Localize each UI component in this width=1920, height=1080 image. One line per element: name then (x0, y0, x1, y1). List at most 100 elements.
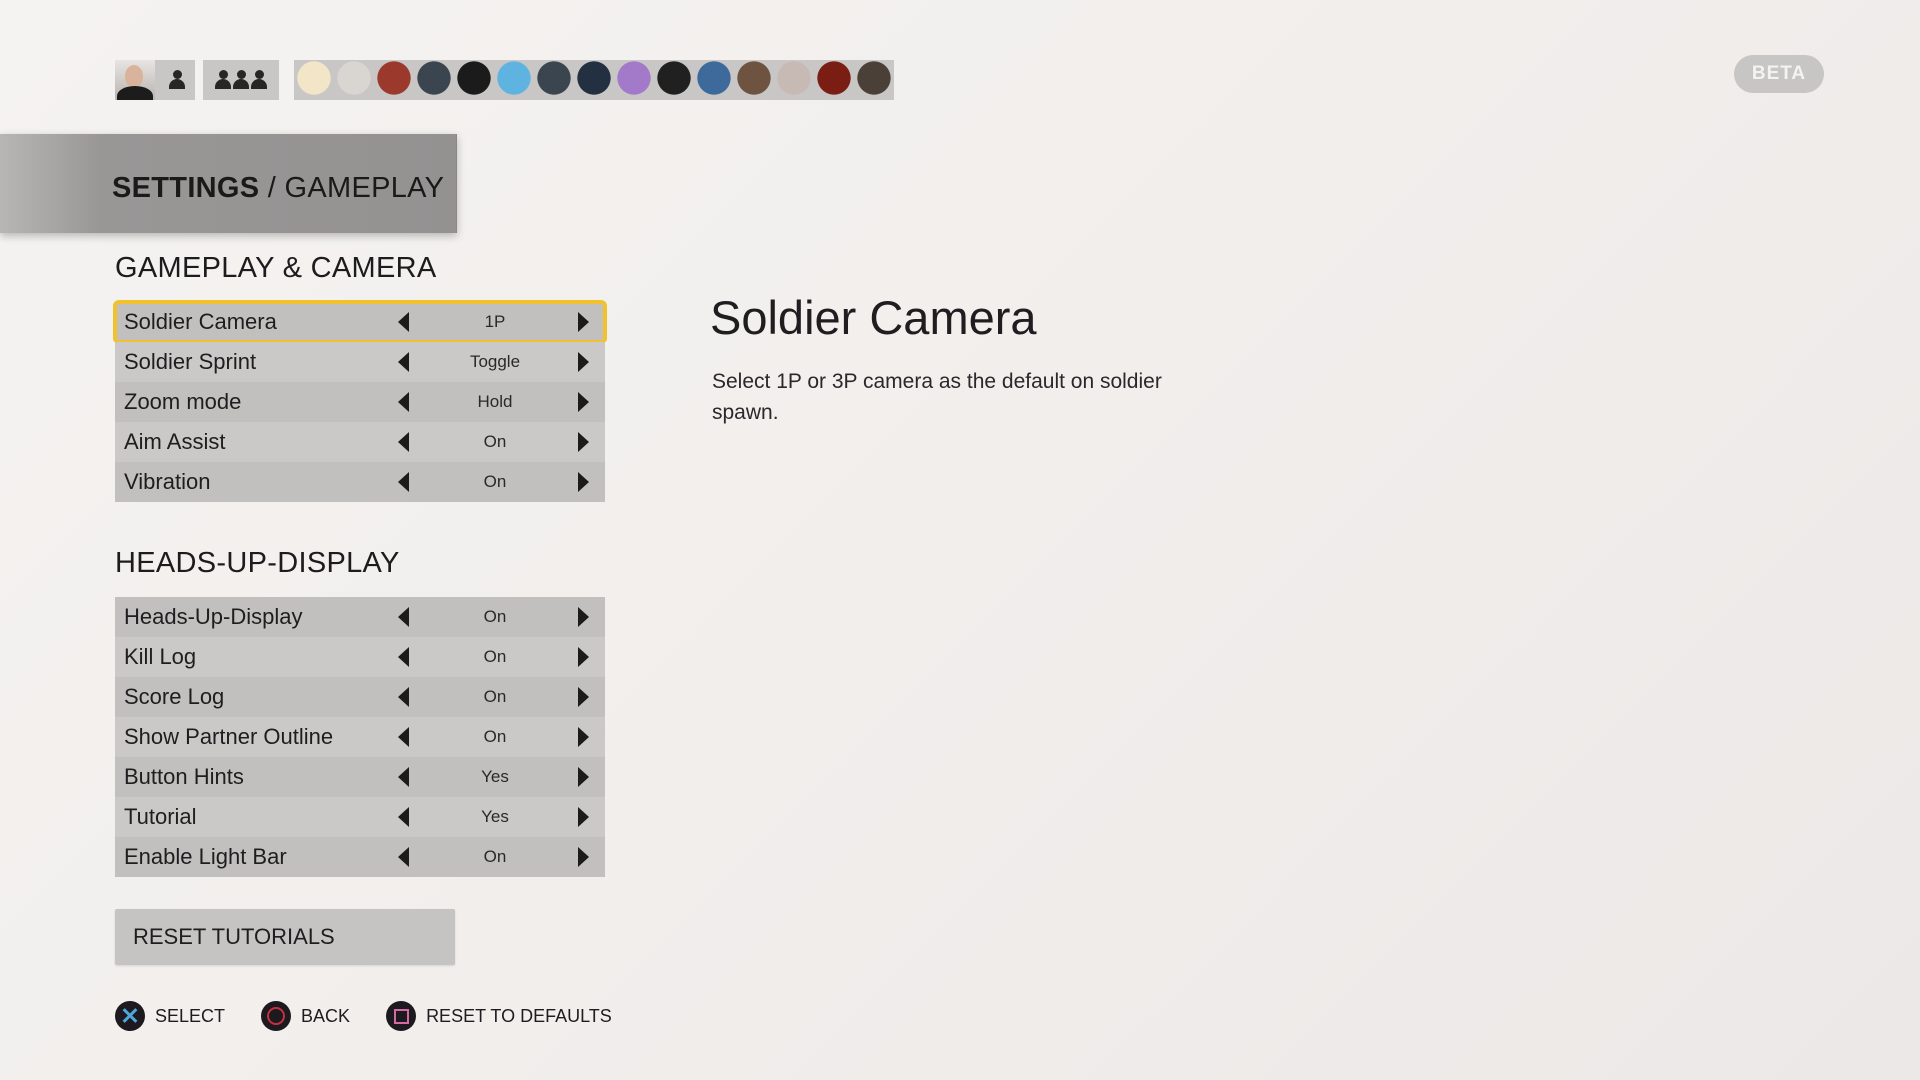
setting-row[interactable]: Soldier Camera 1P (113, 300, 607, 344)
arrow-left-icon[interactable] (398, 312, 409, 332)
purple-creature-avatar[interactable] (614, 60, 654, 100)
arrow-right-icon[interactable] (578, 647, 589, 667)
setting-value: Yes (481, 807, 509, 826)
cross-icon (115, 1001, 145, 1031)
arrow-right-icon[interactable] (578, 807, 589, 827)
setting-row[interactable]: Enable Light Bar On (115, 837, 605, 877)
select-hint-label: SELECT (155, 1005, 226, 1026)
adventurer-avatar[interactable] (734, 60, 774, 100)
gameplay-camera-panel: Soldier Camera 1P Soldier Sprint Toggle Zoom… (113, 300, 607, 502)
arrow-left-icon[interactable] (398, 352, 409, 372)
reset-defaults-hint-label: RESET TO DEFAULTS (426, 1005, 612, 1026)
back-hint-label: BACK (301, 1005, 351, 1026)
arrow-right-icon[interactable] (578, 392, 589, 412)
arrow-left-icon[interactable] (398, 767, 409, 787)
setting-value: On (483, 607, 507, 626)
arrow-right-icon[interactable] (578, 847, 589, 867)
arrow-left-icon[interactable] (398, 392, 409, 412)
red-haired-character-avatar[interactable] (814, 60, 854, 100)
arrow-right-icon[interactable] (578, 727, 589, 747)
setting-label: Zoom mode (124, 389, 242, 414)
user-avatar (115, 60, 155, 100)
setting-value: On (483, 432, 507, 451)
raccoon-thief-avatar[interactable] (694, 60, 734, 100)
setting-row[interactable]: Button Hints Yes (115, 757, 605, 797)
breadcrumb-root: SETTINGS (112, 172, 260, 204)
breadcrumb-separator: / (259, 172, 285, 204)
arrow-left-icon[interactable] (398, 687, 409, 707)
setting-label: Show Partner Outline (124, 724, 334, 749)
setting-row[interactable]: Score Log On (115, 677, 605, 717)
dark-haired-woman-avatar[interactable] (574, 60, 614, 100)
setting-value: Toggle (469, 352, 521, 371)
person-icon (233, 70, 249, 90)
arrow-right-icon[interactable] (578, 432, 589, 452)
cartoon-kid-avatar[interactable] (494, 60, 534, 100)
setting-value: On (483, 847, 507, 866)
arrow-left-icon[interactable] (398, 807, 409, 827)
select-hint[interactable]: SELECT (115, 1001, 225, 1031)
current-user[interactable] (115, 60, 195, 100)
arrow-right-icon[interactable] (578, 767, 589, 787)
detail-title: Soldier Camera (710, 291, 1037, 344)
party-button[interactable] (203, 60, 279, 100)
setting-value: Hold (477, 392, 513, 411)
square-icon (386, 1001, 417, 1031)
setting-row[interactable]: Vibration On (115, 462, 605, 502)
person-icon (251, 70, 267, 90)
arrow-left-icon[interactable] (398, 727, 409, 747)
setting-row[interactable]: Aim Assist On (115, 422, 605, 462)
back-hint[interactable]: BACK (261, 1001, 350, 1031)
setting-value: On (483, 687, 507, 706)
arrow-left-icon[interactable] (398, 432, 409, 452)
person-icon (169, 70, 185, 90)
arrow-right-icon[interactable] (578, 687, 589, 707)
setting-row[interactable]: Soldier Sprint Toggle (115, 342, 605, 382)
arrow-left-icon[interactable] (398, 647, 409, 667)
helghast-helmet-avatar[interactable] (654, 60, 694, 100)
button-hints: SELECT BACK RESET TO DEFAULTS (115, 1000, 648, 1032)
hooded-assassin-avatar[interactable] (334, 60, 374, 100)
hud-panel: Heads-Up-Display On Kill Log On Score Log On S… (115, 597, 605, 877)
section-title-gameplay-camera: GAMEPLAY & CAMERA (115, 252, 437, 284)
killzone-soldier-pro-avatar-2[interactable] (534, 60, 574, 100)
beta-badge: BETA (1734, 55, 1824, 93)
setting-row[interactable]: Tutorial Yes (115, 797, 605, 837)
detail-description: Select 1P or 3P camera as the default on… (712, 370, 1162, 424)
setting-row[interactable]: Zoom mode Hold (115, 382, 605, 422)
setting-label: Soldier Camera (124, 309, 277, 334)
setting-value: 1P (484, 312, 506, 331)
penguin-avatar[interactable] (454, 60, 494, 100)
setting-label: Button Hints (124, 764, 244, 789)
setting-label: Vibration (124, 469, 211, 494)
setting-label: Kill Log (124, 644, 197, 669)
arrow-right-icon[interactable] (578, 607, 589, 627)
setting-label: Aim Assist (124, 429, 226, 454)
section-title-hud: HEADS-UP-DISPLAY (115, 547, 400, 579)
reset-defaults-hint[interactable]: RESET TO DEFAULTS (386, 1001, 612, 1031)
arrow-right-icon[interactable] (578, 312, 589, 332)
breadcrumb: SETTINGS / GAMEPLAY (112, 172, 444, 205)
killzone-soldier-pro-avatar[interactable] (414, 60, 454, 100)
arrow-right-icon[interactable] (578, 352, 589, 372)
setting-label: Tutorial (124, 804, 197, 829)
setting-label: Score Log (124, 684, 225, 709)
setting-row[interactable]: Kill Log On (115, 637, 605, 677)
setting-row[interactable]: Show Partner Outline On (115, 717, 605, 757)
setting-row[interactable]: Heads-Up-Display On (115, 597, 605, 637)
tiger-avatar[interactable] (294, 60, 334, 100)
setting-value: On (483, 647, 507, 666)
arrow-right-icon[interactable] (578, 472, 589, 492)
friends-avatar-strip (294, 60, 894, 100)
reset-tutorials-button[interactable]: RESET TUTORIALS (115, 909, 455, 965)
setting-value: On (483, 472, 507, 491)
setting-value: On (483, 727, 507, 746)
man-portrait-avatar[interactable] (854, 60, 894, 100)
red-hat-avatar[interactable] (374, 60, 414, 100)
arrow-left-icon[interactable] (398, 847, 409, 867)
arrow-left-icon[interactable] (398, 607, 409, 627)
setting-value: Yes (481, 767, 509, 786)
robot-mask-avatar[interactable] (774, 60, 814, 100)
breadcrumb-current: GAMEPLAY (284, 172, 445, 204)
arrow-left-icon[interactable] (398, 472, 409, 492)
